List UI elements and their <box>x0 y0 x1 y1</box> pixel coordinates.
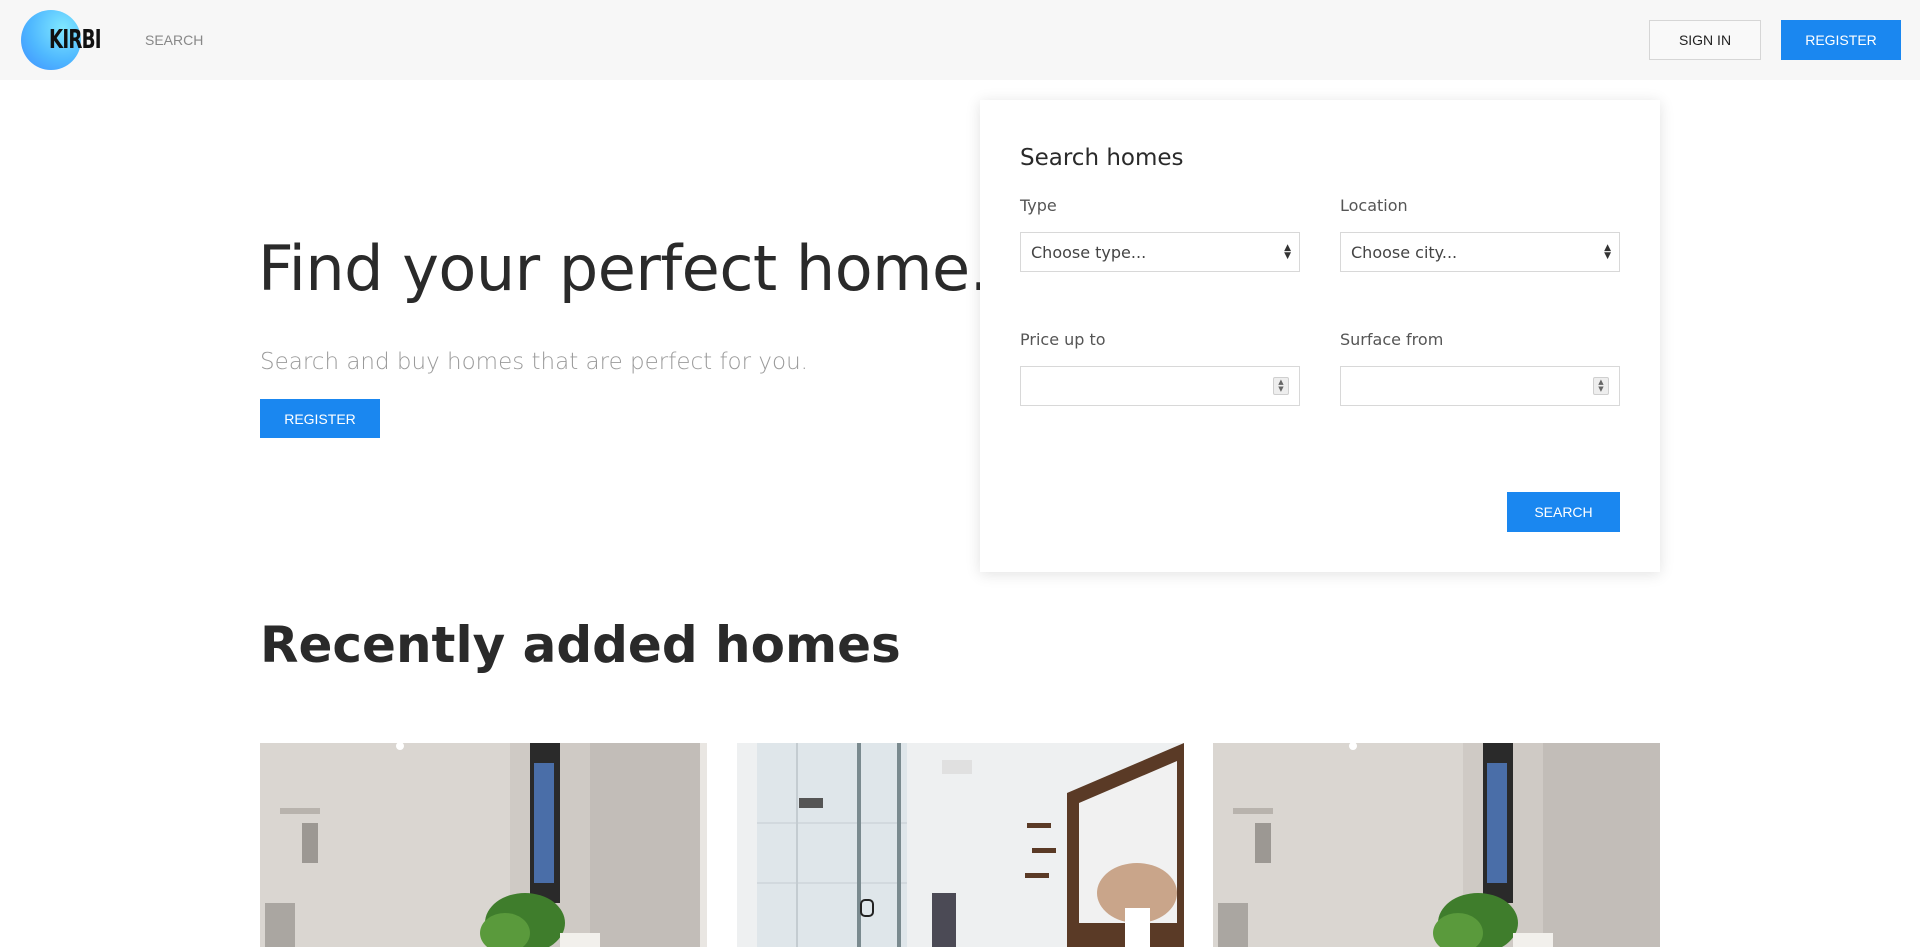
type-label: Type <box>1020 196 1057 215</box>
register-button-header[interactable]: REGISTER <box>1781 20 1901 60</box>
home-card-image[interactable] <box>1213 743 1660 947</box>
hero-title: Find your perfect home. <box>258 232 989 305</box>
surface-input[interactable]: ▲ ▼ <box>1340 366 1620 406</box>
type-select-value: Choose type... <box>1031 242 1147 262</box>
bathroom-photo <box>737 743 1184 947</box>
search-homes-card: Search homes Type Choose type... ▲ ▼ Loca… <box>980 100 1660 572</box>
register-button-hero[interactable]: REGISTER <box>260 399 380 438</box>
bathroom-photo <box>1213 743 1660 947</box>
search-button[interactable]: SEARCH <box>1507 492 1620 532</box>
location-select-value: Choose city... <box>1351 242 1458 262</box>
number-spinner-icon[interactable]: ▲ ▼ <box>1273 377 1289 395</box>
price-input[interactable]: ▲ ▼ <box>1020 366 1300 406</box>
sign-in-button[interactable]: SIGN IN <box>1649 20 1761 60</box>
price-label: Price up to <box>1020 330 1106 349</box>
home-card-image[interactable] <box>737 743 1184 947</box>
logo-text[interactable]: KIRBI <box>49 25 102 55</box>
location-select[interactable]: Choose city... ▲ ▼ <box>1340 232 1620 272</box>
surface-label: Surface from <box>1340 330 1444 349</box>
select-arrows-icon: ▲ ▼ <box>1284 243 1291 261</box>
nav-search-link[interactable]: SEARCH <box>145 32 203 48</box>
bathroom-photo <box>260 743 707 947</box>
type-select[interactable]: Choose type... ▲ ▼ <box>1020 232 1300 272</box>
search-card-title: Search homes <box>1020 145 1184 171</box>
top-navbar: KIRBI SEARCH SIGN IN REGISTER <box>0 0 1920 80</box>
recent-homes-title: Recently added homes <box>260 616 901 674</box>
location-label: Location <box>1340 196 1408 215</box>
hero-subtitle: Search and buy homes that are perfect fo… <box>260 349 808 375</box>
number-spinner-icon[interactable]: ▲ ▼ <box>1593 377 1609 395</box>
home-card-image[interactable] <box>260 743 707 947</box>
select-arrows-icon: ▲ ▼ <box>1604 243 1611 261</box>
